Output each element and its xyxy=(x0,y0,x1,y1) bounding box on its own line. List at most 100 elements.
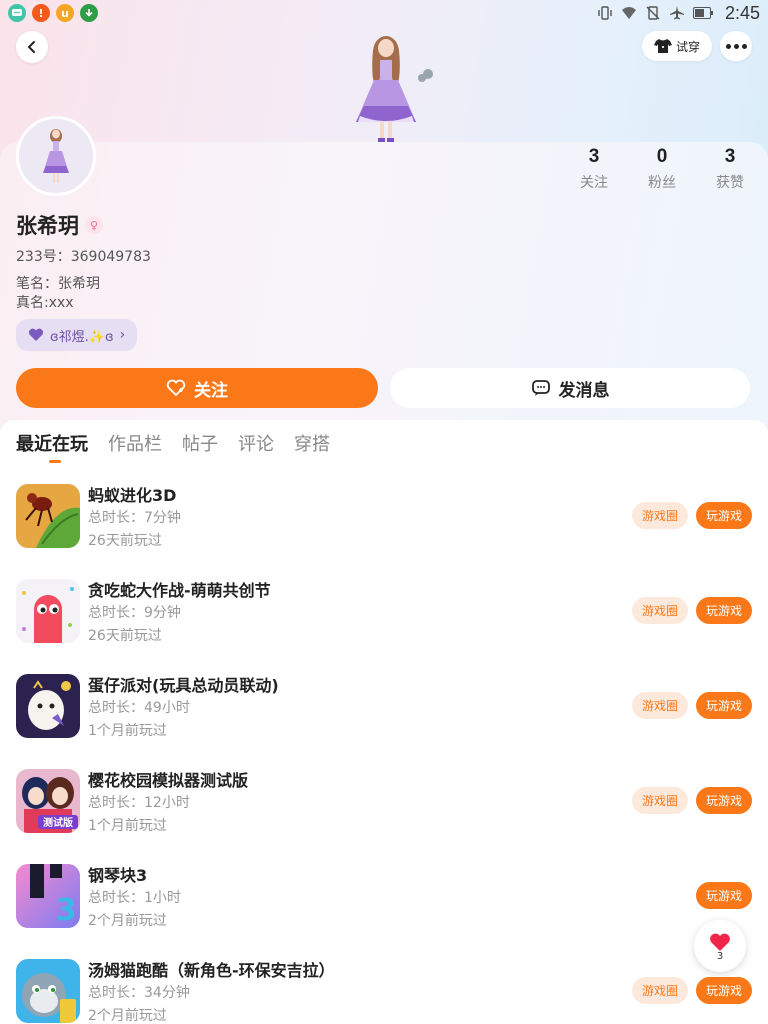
more-dot xyxy=(741,43,747,49)
game-duration: 总时长：34分钟 xyxy=(88,985,190,1001)
stat-value: 3 xyxy=(724,146,736,167)
game-last-played: 2个月前玩过 xyxy=(88,1008,167,1024)
game-last-played: 26天前玩过 xyxy=(88,628,162,644)
profile-character-figure xyxy=(356,36,433,142)
u-app-icon: u xyxy=(56,4,74,22)
message-icon xyxy=(531,380,550,396)
piano-tiles-icon-number: 3 xyxy=(56,893,77,928)
try-on-button[interactable]: 试穿 xyxy=(642,31,712,61)
heart-icon xyxy=(28,328,44,341)
game-circle-button[interactable]: 游戏圈 xyxy=(632,502,688,529)
cp-tag-text: ɞ祁煜.✨ɞ xyxy=(50,329,114,345)
game-duration: 总时长：7分钟 xyxy=(88,510,181,526)
game-icon-sakura-school[interactable]: 测试版 xyxy=(16,769,80,833)
game-circle-button[interactable]: 游戏圈 xyxy=(632,977,688,1004)
active-tab-indicator xyxy=(49,460,61,463)
female-gender-icon: ♀ xyxy=(85,216,103,234)
airplane-icon xyxy=(669,6,685,20)
try-on-label: 试穿 xyxy=(675,39,700,54)
like-floating-button[interactable]: 3 xyxy=(694,920,746,972)
follow-button[interactable]: 关注 xyxy=(16,368,378,408)
tab-recently-played[interactable]: 最近在玩 xyxy=(16,430,88,456)
talking-tom-game-art xyxy=(16,959,80,1023)
piano-tiles-game-art: 3 xyxy=(16,864,80,928)
more-dot xyxy=(725,43,731,49)
game-title: 蛋仔派对(玩具总动员联动) xyxy=(88,676,279,695)
vibrate-icon xyxy=(597,6,613,20)
wifi-icon xyxy=(621,6,637,20)
game-list-item[interactable]: 蚂蚁进化3D 总时长：7分钟 26天前玩过 游戏圈 玩游戏 xyxy=(0,484,768,564)
game-list-item[interactable]: 贪吃蛇大作战-萌萌共创节 总时长：9分钟 26天前玩过 游戏圈 玩游戏 xyxy=(0,579,768,659)
play-game-button[interactable]: 玩游戏 xyxy=(696,882,752,909)
back-button[interactable] xyxy=(16,31,48,63)
message-label: 发消息 xyxy=(558,380,610,401)
tab-comments[interactable]: 评论 xyxy=(238,430,274,456)
alert-icon: ! xyxy=(32,4,50,22)
profile-tabs: 最近在玩 作品栏 帖子 评论 穿搭 xyxy=(16,430,330,456)
tab-works[interactable]: 作品栏 xyxy=(108,430,162,456)
game-duration: 总时长：12小时 xyxy=(88,795,190,811)
cp-tag-chip[interactable]: ɞ祁煜.✨ɞ › xyxy=(16,319,138,351)
pen-name: 笔名：张希玥 xyxy=(16,276,100,292)
game-circle-button[interactable]: 游戏圈 xyxy=(632,787,688,814)
game-duration: 总时长：1小时 xyxy=(88,890,181,906)
chevron-left-icon xyxy=(27,41,35,53)
game-list-item[interactable]: 测试版 樱花校园模拟器测试版 总时长：12小时 1个月前玩过 游戏圈 玩游戏 xyxy=(0,769,768,849)
game-title: 汤姆猫跑酷（新角色-环保安吉拉） xyxy=(88,961,335,980)
game-title: 贪吃蛇大作战-萌萌共创节 xyxy=(88,581,271,600)
game-last-played: 26天前玩过 xyxy=(88,533,162,549)
play-game-button[interactable]: 玩游戏 xyxy=(696,692,752,719)
more-options-button[interactable] xyxy=(720,31,752,61)
stat-label: 获赞 xyxy=(716,175,744,191)
game-duration: 总时长：49小时 xyxy=(88,700,190,716)
send-message-button[interactable]: 发消息 xyxy=(390,368,750,408)
sakura-school-game-art: 测试版 xyxy=(16,769,80,833)
eggy-party-game-art xyxy=(16,674,80,738)
game-last-played: 1个月前玩过 xyxy=(88,723,167,739)
real-name: 真名:xxx xyxy=(16,295,74,311)
no-sim-icon xyxy=(645,6,661,20)
game-icon-ant-evolution[interactable] xyxy=(16,484,80,548)
stat-likes[interactable]: 3 获赞 xyxy=(700,146,760,192)
game-list-item[interactable]: 蛋仔派对(玩具总动员联动) 总时长：49小时 1个月前玩过 游戏圈 玩游戏 xyxy=(0,674,768,754)
game-icon-piano-tiles[interactable]: 3 xyxy=(16,864,80,928)
tab-outfits[interactable]: 穿搭 xyxy=(294,430,330,456)
download-icon xyxy=(80,4,98,22)
sakura-icon-label: 测试版 xyxy=(43,816,73,829)
stat-label: 关注 xyxy=(580,175,608,191)
stat-label: 粉丝 xyxy=(648,175,676,191)
chevron-right-icon: › xyxy=(119,327,126,343)
avatar-character-image xyxy=(19,119,93,193)
game-list-item[interactable]: 3 钢琴块3 总时长：1小时 2个月前玩过 玩游戏 xyxy=(0,864,768,944)
stat-followers[interactable]: 0 粉丝 xyxy=(632,146,692,192)
heart-icon xyxy=(710,933,730,951)
shirt-icon xyxy=(653,39,672,53)
ant-game-art xyxy=(16,484,80,548)
game-circle-button[interactable]: 游戏圈 xyxy=(632,692,688,719)
game-title: 蚂蚁进化3D xyxy=(88,486,177,505)
game-icon-talking-tom-run[interactable] xyxy=(16,959,80,1023)
avatar[interactable] xyxy=(16,116,96,196)
snake-game-art xyxy=(16,579,80,643)
user-id: 233号：369049783 xyxy=(16,249,151,265)
game-title: 樱花校园模拟器测试版 xyxy=(88,771,249,790)
play-game-button[interactable]: 玩游戏 xyxy=(696,502,752,529)
chat-bubble-icon xyxy=(8,4,26,22)
game-circle-button[interactable]: 游戏圈 xyxy=(632,597,688,624)
game-last-played: 2个月前玩过 xyxy=(88,913,167,929)
more-dot xyxy=(733,43,739,49)
stat-following[interactable]: 3 关注 xyxy=(564,146,624,192)
game-list-item[interactable]: 汤姆猫跑酷（新角色-环保安吉拉） 总时长：34分钟 2个月前玩过 游戏圈 玩游戏 xyxy=(0,959,768,1024)
profile-name-row: 张希玥 ♀ xyxy=(16,210,103,240)
battery-icon xyxy=(692,6,713,20)
play-game-button[interactable]: 玩游戏 xyxy=(696,977,752,1004)
play-game-button[interactable]: 玩游戏 xyxy=(696,597,752,624)
game-last-played: 1个月前玩过 xyxy=(88,818,167,834)
game-icon-snake[interactable] xyxy=(16,579,80,643)
play-game-button[interactable]: 玩游戏 xyxy=(696,787,752,814)
follow-heart-icon xyxy=(166,379,186,397)
game-duration: 总时长：9分钟 xyxy=(88,605,181,621)
game-icon-eggy-party[interactable] xyxy=(16,674,80,738)
stat-value: 3 xyxy=(588,146,600,167)
tab-posts[interactable]: 帖子 xyxy=(182,430,218,456)
